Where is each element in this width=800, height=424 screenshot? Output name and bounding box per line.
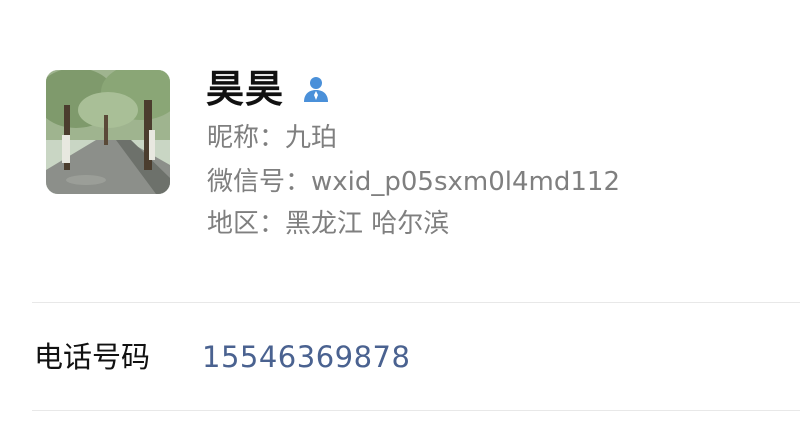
display-name: 昊昊 [206, 67, 285, 111]
region-line: 地区：黑龙江 哈尔滨 [207, 209, 450, 239]
nickname-line: 昵称：九珀 [207, 123, 338, 153]
male-user-icon [300, 73, 332, 105]
profile-header: 昊昊 昵称：九珀 微信号：wxid_p05sxm0l4md112 地区：黑龙江 … [0, 0, 800, 302]
phone-number-row[interactable]: 电话号码 15546369878 [0, 303, 800, 410]
name-row: 昊昊 [206, 64, 332, 114]
phone-number-link[interactable]: 15546369878 [202, 337, 410, 377]
divider [32, 410, 800, 411]
avatar[interactable] [46, 70, 170, 194]
wechat-id-line: 微信号：wxid_p05sxm0l4md112 [207, 167, 620, 197]
avatar-image [46, 70, 170, 194]
phone-label: 电话号码 [34, 340, 151, 374]
